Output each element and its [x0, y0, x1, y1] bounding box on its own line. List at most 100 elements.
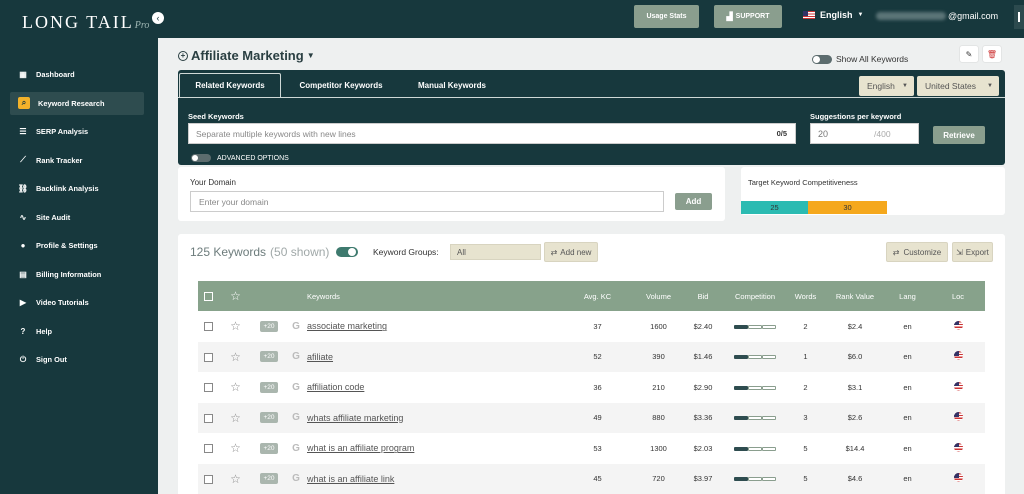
add-new-label: Add new: [560, 247, 592, 257]
table-row[interactable]: ☆ +20 Gwhats affiliate marketing 49 880 $3.36…: [198, 402, 985, 434]
col-avg-kc[interactable]: Avg. KC: [559, 281, 636, 311]
competition-segment: [762, 355, 776, 360]
row-checkbox[interactable]: [203, 474, 213, 484]
google-icon[interactable]: G: [292, 321, 300, 332]
sidebar-item-billing-information[interactable]: ▤ Billing Information: [10, 263, 144, 287]
customize-button[interactable]: ⇄ Customize: [886, 242, 948, 262]
col-keywords[interactable]: Keywords: [307, 281, 559, 311]
star-icon[interactable]: ☆: [230, 289, 241, 303]
usage-stats-button[interactable]: Usage Stats: [634, 5, 699, 28]
sidebar-item-help[interactable]: ? Help: [10, 320, 144, 344]
retrieve-button[interactable]: Retrieve: [933, 126, 985, 144]
table-row[interactable]: ☆ +20 Gwhat is an affiliate program 53 1300 $…: [198, 433, 985, 464]
suggestions-input[interactable]: 20 /400: [810, 123, 919, 144]
star-icon[interactable]: ☆: [230, 319, 241, 333]
toggle-switch[interactable]: [191, 154, 211, 162]
keyword-link[interactable]: afiliate: [307, 352, 333, 362]
sidebar-item-keyword-research[interactable]: ⌕ Keyword Research: [10, 91, 144, 115]
star-icon[interactable]: ☆: [230, 441, 241, 455]
table-row[interactable]: ☆ +20 Gafiliate 52 390 $1.46 1 $6.0 en: [198, 341, 985, 372]
keyword-link[interactable]: associate marketing: [307, 321, 387, 331]
tab-related-keywords[interactable]: Related Keywords: [179, 73, 281, 97]
page-title[interactable]: + Affiliate Marketing ▼: [178, 48, 315, 63]
plus-20-button[interactable]: +20: [260, 442, 278, 454]
google-icon[interactable]: G: [292, 412, 300, 423]
col-competition[interactable]: Competition: [725, 281, 785, 311]
caret-down-icon[interactable]: ▼: [307, 51, 315, 60]
edit-pencil-icon[interactable]: ✎: [960, 46, 978, 62]
competition-cell: [725, 372, 785, 403]
plus-20-button[interactable]: +20: [260, 412, 278, 424]
logo[interactable]: LONG TAILPro: [22, 12, 149, 33]
sidebar-item-profile-settings[interactable]: ● Profile & Settings: [10, 234, 144, 258]
results-toggle[interactable]: [336, 247, 359, 257]
domain-card: Your Domain Enter your domain Add: [178, 167, 725, 221]
star-icon[interactable]: ☆: [230, 411, 241, 425]
select-all-checkbox[interactable]: [203, 291, 213, 301]
menu-icon[interactable]: [1014, 5, 1024, 29]
add-domain-button[interactable]: Add: [675, 193, 712, 210]
seed-keywords-input[interactable]: Separate multiple keywords with new line…: [188, 123, 796, 144]
sidebar-item-rank-tracker[interactable]: ⟋ Rank Tracker: [10, 149, 144, 173]
plus-20-button[interactable]: +20: [260, 351, 278, 363]
row-checkbox[interactable]: [203, 352, 213, 362]
google-icon[interactable]: G: [292, 443, 300, 454]
keyword-link[interactable]: what is an affiliate link: [307, 474, 394, 484]
sidebar-item-serp-analysis[interactable]: ☰ SERP Analysis: [10, 120, 144, 144]
tab-competitor-keywords[interactable]: Competitor Keywords: [290, 73, 392, 97]
sidebar-item-sign-out[interactable]: ⏻ Sign Out: [10, 348, 144, 372]
collapse-sidebar-icon[interactable]: ‹: [151, 11, 165, 25]
target-kc-bar[interactable]: 25 30: [741, 201, 887, 214]
advanced-options-toggle[interactable]: ADVANCED OPTIONS: [191, 154, 289, 162]
star-icon[interactable]: ☆: [230, 380, 241, 394]
col-lang[interactable]: Lang: [884, 281, 931, 311]
sidebar-item-video-tutorials[interactable]: ▶ Video Tutorials: [10, 291, 144, 315]
sidebar-item-backlink-analysis[interactable]: ⛓ Backlink Analysis: [10, 177, 144, 201]
toggle-switch[interactable]: [812, 54, 832, 64]
table-row[interactable]: ☆ +20 Gwhat is an affiliate link 45 720 $3.97…: [198, 463, 985, 494]
domain-input[interactable]: Enter your domain: [190, 191, 664, 212]
language-selector[interactable]: English ▼: [803, 10, 863, 20]
keyword-link[interactable]: whats affiliate marketing: [307, 413, 403, 423]
plus-20-button[interactable]: +20: [260, 473, 278, 485]
user-email[interactable]: @gmail.com: [876, 11, 998, 21]
support-button[interactable]: ▟ SUPPORT: [714, 5, 782, 28]
keyword-groups-select[interactable]: All: [450, 244, 541, 260]
keyword-link[interactable]: affiliation code: [307, 382, 364, 392]
row-checkbox[interactable]: [203, 383, 213, 392]
col-volume[interactable]: Volume: [636, 281, 681, 311]
tab-manual-keywords[interactable]: Manual Keywords: [402, 73, 502, 97]
export-icon: ⇲: [956, 247, 963, 257]
add-circle-icon[interactable]: +: [178, 50, 188, 61]
col-bid[interactable]: Bid: [681, 281, 725, 311]
google-icon[interactable]: G: [292, 473, 300, 484]
country-select[interactable]: United States ▼: [917, 76, 999, 96]
plus-20-button[interactable]: +20: [260, 381, 278, 393]
header-spacer: [285, 281, 307, 311]
col-rank-value[interactable]: Rank Value: [826, 281, 884, 311]
star-icon[interactable]: ☆: [230, 472, 241, 486]
row-checkbox[interactable]: [203, 413, 213, 423]
table-row[interactable]: ☆ +20 Gaffiliation code 36 210 $2.90 2 $3.1 en: [198, 372, 985, 403]
keyword-cell: associate marketing: [307, 311, 559, 342]
sidebar-item-dashboard[interactable]: ▦ Dashboard: [10, 63, 144, 87]
col-words[interactable]: Words: [785, 281, 826, 311]
google-icon[interactable]: G: [292, 382, 300, 393]
keyword-link[interactable]: what is an affiliate program: [307, 443, 414, 453]
add-new-group-button[interactable]: ⇄ Add new: [544, 242, 598, 262]
language-select[interactable]: English ▼: [859, 76, 914, 96]
sidebar-item-label: Sign Out: [36, 355, 67, 365]
google-icon[interactable]: G: [292, 351, 300, 362]
competition-bar: [734, 477, 776, 482]
row-checkbox[interactable]: [203, 444, 213, 453]
table-row[interactable]: ☆ +20 Gassociate marketing 37 1600 $2.40 2 $2.4…: [198, 311, 985, 342]
keyword-cell: whats affiliate marketing: [307, 403, 559, 434]
sidebar-item-site-audit[interactable]: ∿ Site Audit: [10, 206, 144, 230]
plus-20-button[interactable]: +20: [260, 320, 278, 332]
star-icon[interactable]: ☆: [230, 350, 241, 364]
export-button[interactable]: ⇲ Export: [952, 242, 993, 262]
show-all-keywords-toggle[interactable]: Show All Keywords: [812, 54, 908, 64]
trash-icon[interactable]: 🗑: [983, 46, 1001, 62]
row-checkbox[interactable]: [203, 322, 213, 331]
col-loc[interactable]: Loc: [931, 281, 985, 311]
